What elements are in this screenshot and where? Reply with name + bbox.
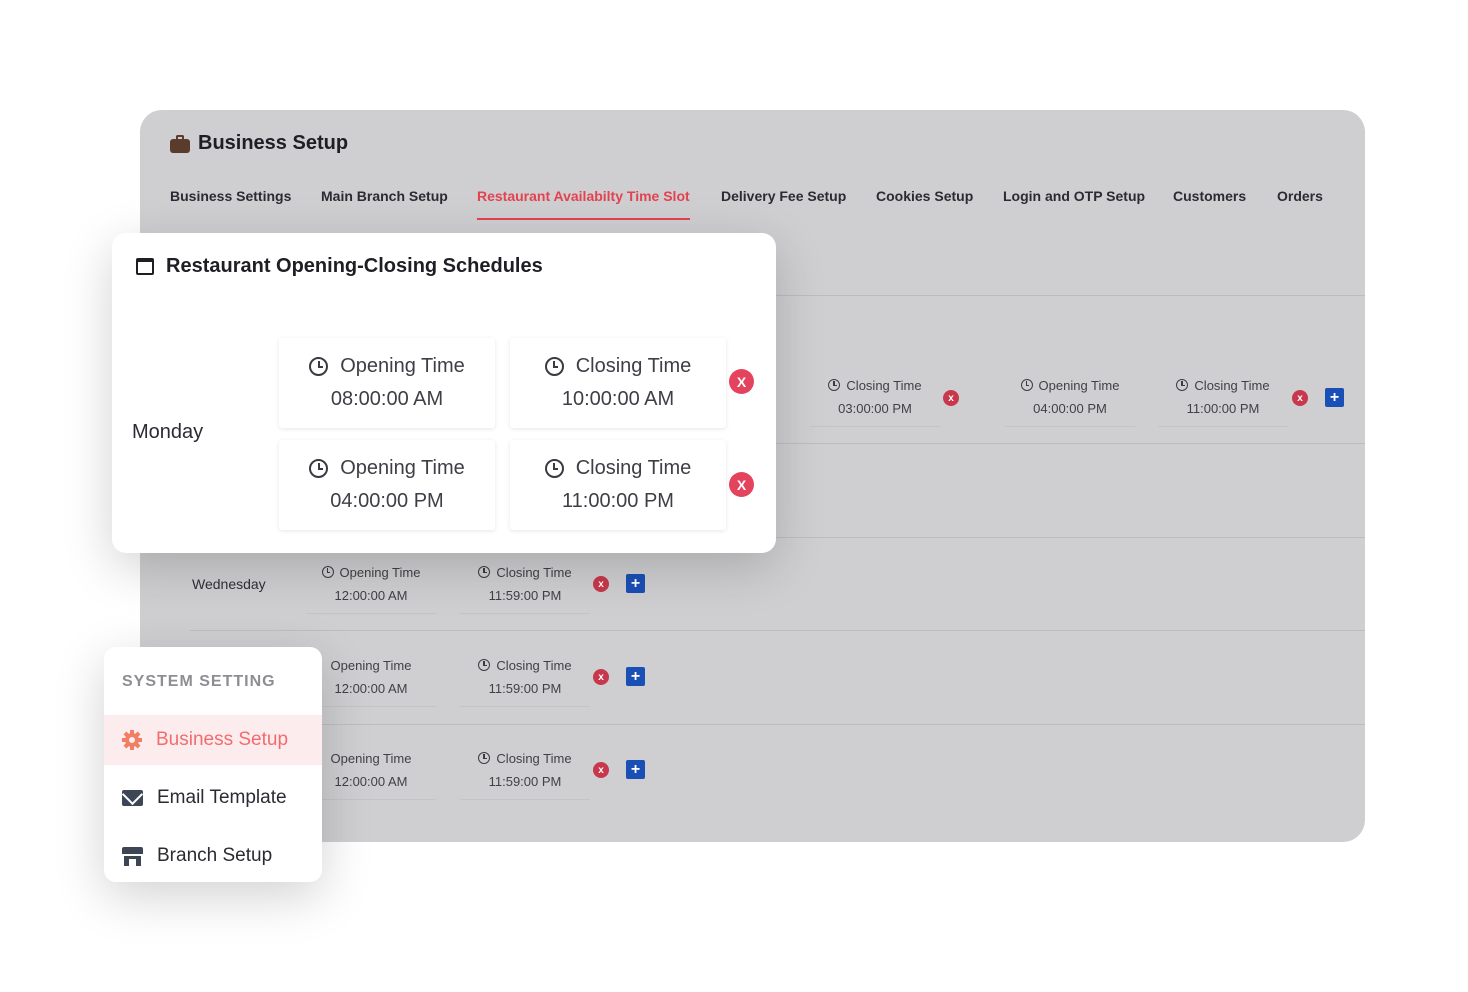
monday-closing-slot-3[interactable]: Closing Time 03:00:00 PM (810, 367, 940, 427)
opening-time-slot-2[interactable]: Opening Time 04:00:00 PM (279, 440, 495, 530)
clock-icon (1176, 379, 1189, 391)
remove-slot-button[interactable]: x (943, 390, 959, 406)
clock-icon (544, 459, 564, 478)
add-slot-button[interactable]: + (1325, 388, 1344, 407)
tab-orders[interactable]: Orders (1277, 188, 1323, 218)
remove-slot-button[interactable]: x (1292, 390, 1308, 406)
add-slot-button[interactable]: + (626, 667, 645, 686)
opening-time-slot[interactable]: Opening Time 12:00:00 AM (306, 647, 436, 707)
clock-icon (309, 357, 329, 376)
clock-icon (309, 459, 329, 478)
clock-icon (478, 566, 491, 578)
monday-opening-slot-4[interactable]: Opening Time 04:00:00 PM (1005, 367, 1135, 427)
opening-time-slot[interactable]: Opening Time 12:00:00 AM (306, 740, 436, 800)
tab-restaurant-availability-time-slot[interactable]: Restaurant Availabilty Time Slot (477, 188, 690, 220)
clock-icon (321, 566, 334, 578)
row-divider (190, 630, 1365, 631)
closing-time-slot-1[interactable]: Closing Time 10:00:00 AM (510, 338, 726, 428)
closing-time-slot-2[interactable]: Closing Time 11:00:00 PM (510, 440, 726, 530)
clock-icon (478, 752, 491, 764)
clock-icon (1020, 379, 1033, 391)
tab-customers[interactable]: Customers (1173, 188, 1246, 218)
system-setting-menu: SYSTEM SETTING Business Setup Email Temp… (104, 647, 322, 882)
schedule-card-title: Restaurant Opening-Closing Schedules (136, 255, 543, 278)
add-slot-button[interactable]: + (626, 574, 645, 593)
tab-delivery-fee-setup[interactable]: Delivery Fee Setup (721, 188, 846, 218)
row-divider (322, 724, 1365, 725)
closing-time-slot[interactable]: Closing Time 11:59:00 PM (460, 647, 590, 707)
store-icon (122, 846, 143, 866)
opening-time-slot-1[interactable]: Opening Time 08:00:00 AM (279, 338, 495, 428)
gear-icon (122, 730, 142, 750)
remove-slot-button[interactable]: X (729, 369, 754, 394)
clock-icon (828, 379, 841, 391)
panel-title-text: Business Setup (198, 132, 349, 154)
tab-business-settings[interactable]: Business Settings (170, 188, 291, 218)
menu-item-branch-setup[interactable]: Branch Setup (104, 831, 322, 881)
tab-cookies-setup[interactable]: Cookies Setup (876, 188, 973, 218)
add-slot-button[interactable]: + (626, 760, 645, 779)
menu-item-business-setup[interactable]: Business Setup (104, 715, 322, 765)
mail-icon (122, 790, 143, 806)
panel-title: Business Setup (170, 132, 348, 155)
opening-time-slot[interactable]: Opening Time 12:00:00 AM (306, 554, 436, 614)
closing-time-slot[interactable]: Closing Time 11:59:00 PM (460, 554, 590, 614)
clock-icon (478, 659, 491, 671)
remove-slot-button[interactable]: x (593, 762, 609, 778)
tab-login-otp-setup[interactable]: Login and OTP Setup (1003, 188, 1145, 218)
briefcase-icon (170, 134, 190, 153)
calendar-icon (136, 258, 154, 275)
remove-slot-button[interactable]: X (729, 472, 754, 497)
schedule-card: Restaurant Opening-Closing Schedules Mon… (112, 233, 776, 553)
closing-time-slot[interactable]: Closing Time 11:59:00 PM (460, 740, 590, 800)
system-setting-heading: SYSTEM SETTING (122, 673, 276, 690)
clock-icon (544, 357, 564, 376)
monday-closing-slot-4[interactable]: Closing Time 11:00:00 PM (1158, 367, 1288, 427)
day-label-monday: Monday (132, 421, 204, 443)
remove-slot-button[interactable]: x (593, 576, 609, 592)
menu-item-email-template[interactable]: Email Template (104, 773, 322, 823)
tab-main-branch-setup[interactable]: Main Branch Setup (321, 188, 448, 218)
day-label-wednesday: Wednesday (192, 576, 266, 592)
remove-slot-button[interactable]: x (593, 669, 609, 685)
